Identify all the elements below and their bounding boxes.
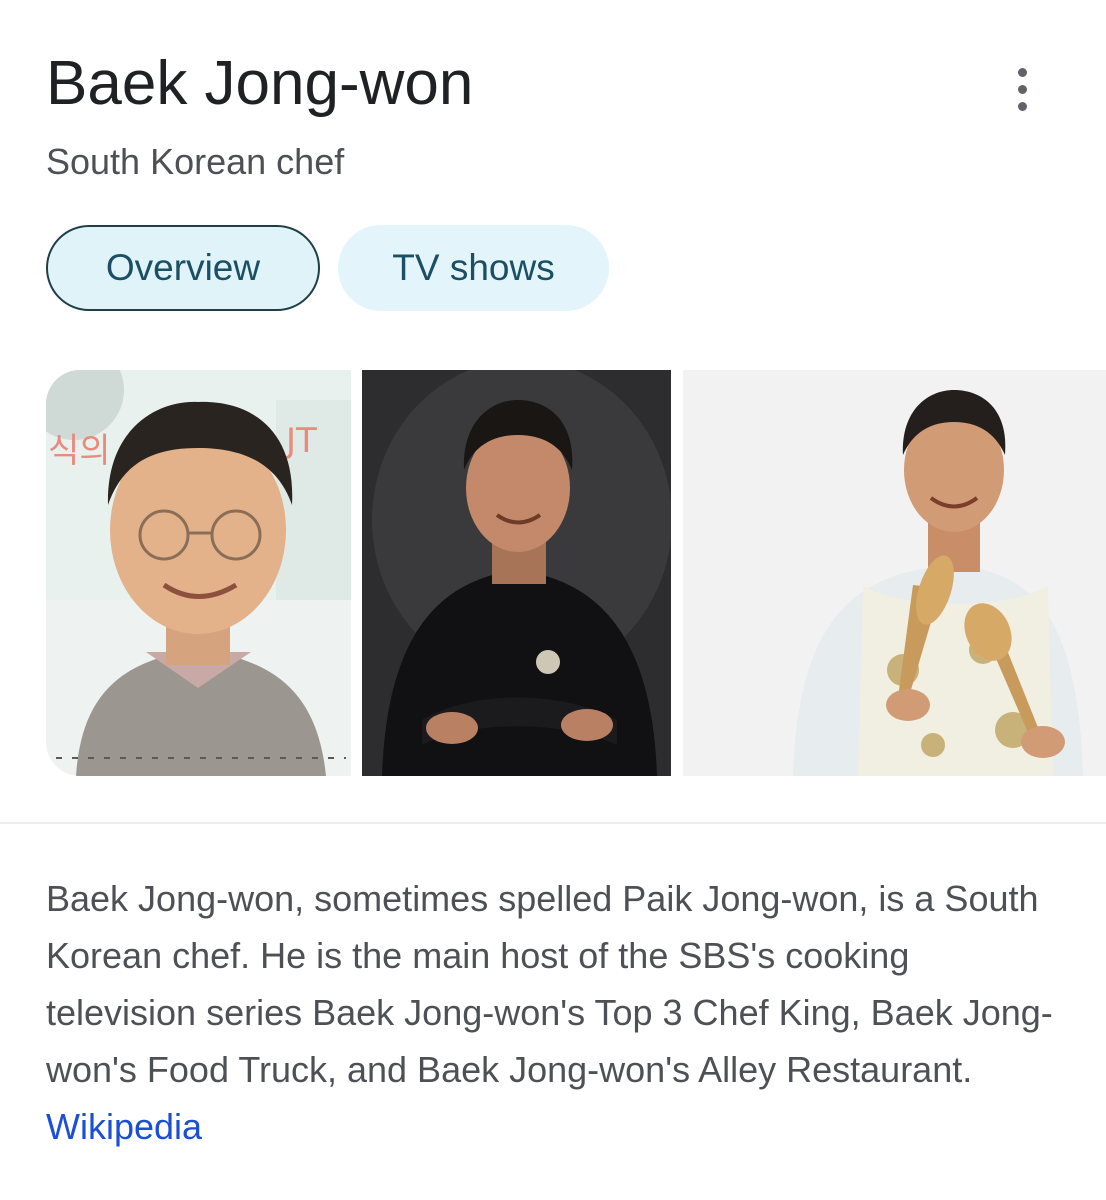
tab-tv-shows[interactable]: TV shows [338, 225, 609, 311]
sign-text: 식의 [48, 431, 111, 471]
image-thumbnail-1[interactable]: 식의 JT [46, 370, 351, 776]
entity-description: Baek Jong-won, sometimes spelled Paik Jo… [46, 870, 1056, 1155]
photo-press-event: 식의 JT [46, 370, 351, 776]
wikipedia-link[interactable]: Wikipedia [46, 1106, 202, 1147]
tab-overview[interactable]: Overview [46, 225, 320, 311]
kebab-dot [1017, 67, 1027, 77]
kebab-dot [1017, 101, 1027, 111]
image-thumbnail-2[interactable] [362, 370, 671, 776]
page-title: Baek Jong-won [46, 49, 474, 118]
image-thumbnail-3[interactable] [683, 370, 1106, 776]
kebab-dot [1017, 84, 1027, 94]
entity-subtitle: South Korean chef [46, 141, 345, 182]
logo-text: JT [284, 421, 317, 461]
tab-overview-label: Overview [105, 247, 261, 288]
more-vert-icon[interactable] [1000, 64, 1044, 114]
photo-studio-portrait [362, 370, 671, 776]
section-divider [0, 822, 1106, 824]
description-text: Baek Jong-won, sometimes spelled Paik Jo… [46, 878, 1053, 1090]
tab-tv-shows-label: TV shows [392, 247, 555, 288]
photo-apron-portrait [683, 370, 1106, 776]
